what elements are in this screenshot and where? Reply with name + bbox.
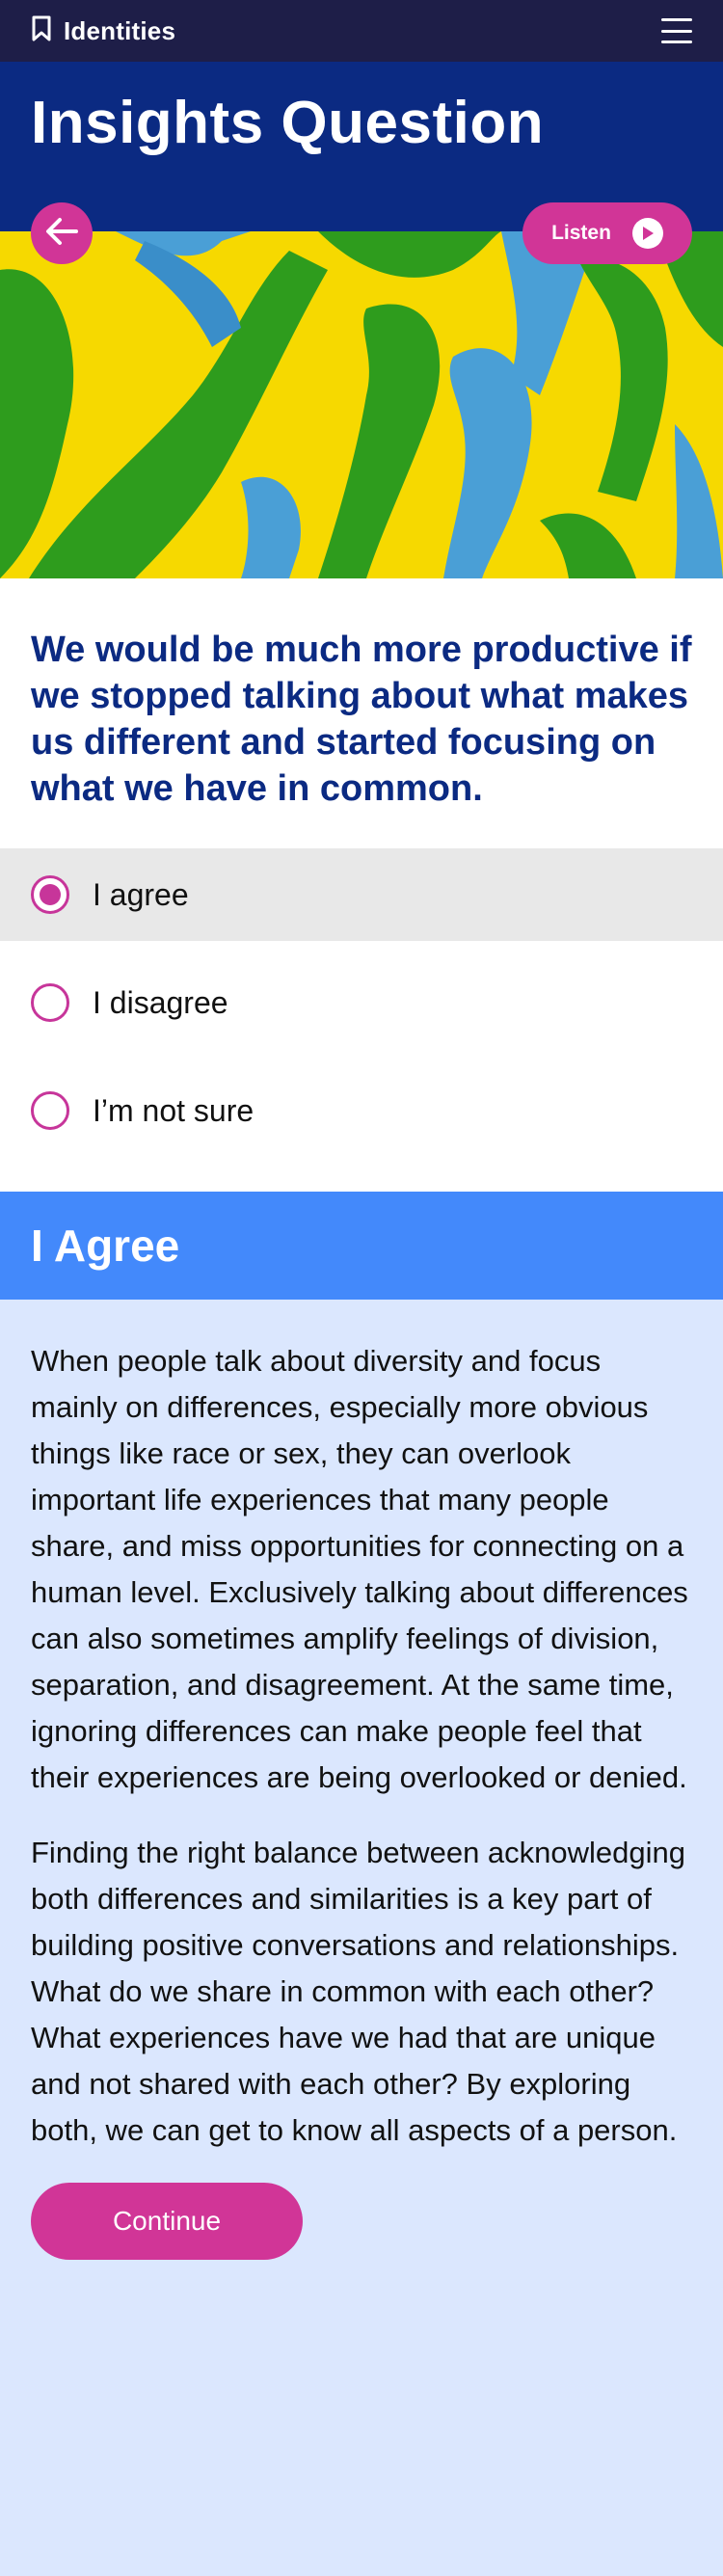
- radio-selected-icon[interactable]: [31, 875, 69, 914]
- arrow-left-icon: [44, 217, 79, 251]
- brand-label: Identities: [64, 15, 176, 45]
- radio-unselected-icon[interactable]: [31, 1091, 69, 1130]
- listen-button[interactable]: Listen: [522, 202, 692, 264]
- option-not-sure[interactable]: I’m not sure: [0, 1064, 723, 1157]
- answer-options: I agree I disagree I’m not sure: [0, 848, 723, 1192]
- listen-label: Listen: [551, 222, 611, 244]
- hamburger-menu-icon[interactable]: [661, 18, 692, 43]
- play-icon: [631, 218, 663, 249]
- question-card: We would be much more productive if we s…: [0, 578, 723, 848]
- title-band: Insights Question Listen: [0, 62, 723, 264]
- option-label: I disagree: [93, 984, 228, 1020]
- brand-link[interactable]: Identities: [31, 15, 175, 47]
- radio-unselected-icon[interactable]: [31, 983, 69, 1022]
- option-agree[interactable]: I agree: [0, 848, 723, 941]
- answer-body: When people talk about diversity and foc…: [0, 1300, 723, 2260]
- option-disagree[interactable]: I disagree: [0, 956, 723, 1049]
- top-bar: Identities: [0, 0, 723, 62]
- answer-paragraph: When people talk about diversity and foc…: [31, 1344, 688, 1794]
- option-label: I’m not sure: [93, 1092, 254, 1128]
- answer-title: I Agree: [31, 1221, 180, 1271]
- option-label: I agree: [93, 876, 189, 912]
- continue-button[interactable]: Continue: [31, 2183, 303, 2260]
- page-title: Insights Question: [31, 90, 545, 156]
- question-text: We would be much more productive if we s…: [31, 630, 692, 809]
- hero-image: [0, 231, 723, 578]
- answer-header: I Agree: [0, 1192, 723, 1300]
- back-button[interactable]: [31, 202, 93, 264]
- answer-paragraph: Finding the right balance between acknow…: [31, 1836, 686, 2147]
- bookmark-icon: [31, 15, 52, 47]
